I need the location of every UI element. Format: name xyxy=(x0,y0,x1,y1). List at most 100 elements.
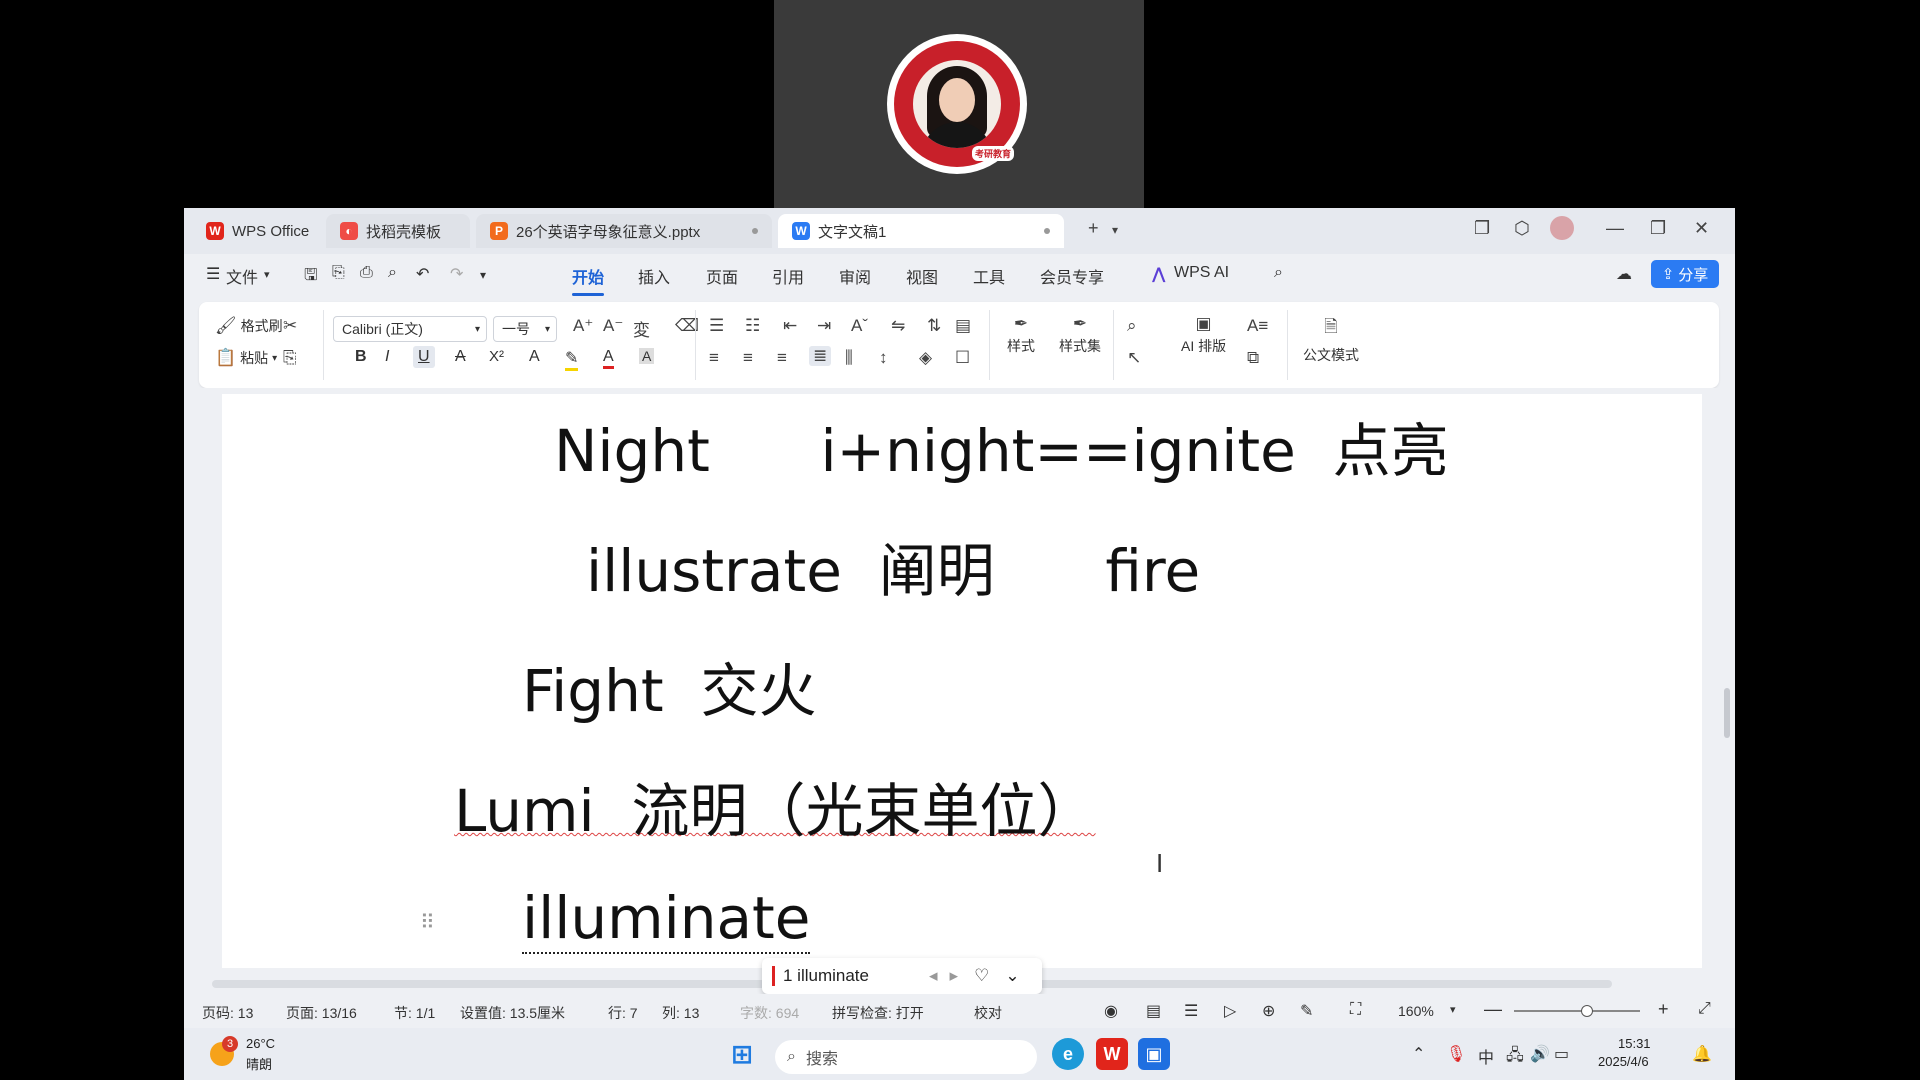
share-button[interactable]: ⇪ 分享 xyxy=(1651,260,1719,288)
text-direction-icon[interactable]: Aˇ xyxy=(851,316,868,336)
edge-browser-icon[interactable]: e xyxy=(1052,1038,1084,1070)
bullet-list-icon[interactable]: ☰ xyxy=(709,316,724,336)
status-word-count[interactable]: 字数: 694 xyxy=(740,1003,799,1023)
menu-item-wps-ai[interactable]: WPS AI xyxy=(1174,264,1229,282)
italic-icon[interactable]: I xyxy=(385,348,389,366)
official-mode-button[interactable]: 🗎 公文模式 xyxy=(1303,314,1359,365)
vertical-scrollbar[interactable] xyxy=(1720,388,1734,968)
chevron-down-icon[interactable]: ▾ xyxy=(480,268,486,282)
tray-expand-icon[interactable]: ⌃ xyxy=(1412,1044,1425,1064)
menu-file[interactable]: 文件 xyxy=(226,264,258,288)
shrink-font-icon[interactable]: A⁻ xyxy=(603,316,623,336)
print-icon[interactable]: ⎙ xyxy=(360,264,373,282)
weather-desc[interactable]: 晴朗 xyxy=(246,1054,272,1073)
line-spacing-icon[interactable]: ↕ xyxy=(879,348,888,368)
notification-bell-icon[interactable]: 🔔 xyxy=(1692,1044,1712,1064)
next-icon[interactable]: ▸ xyxy=(950,966,959,986)
close-icon[interactable]: ✕ xyxy=(1694,218,1709,239)
new-tab-icon[interactable]: + xyxy=(1088,218,1099,239)
font-color-icon[interactable]: A xyxy=(603,348,614,369)
microphone-icon[interactable]: 🎙 xyxy=(1446,1044,1466,1064)
chevron-down-icon[interactable]: ▾ xyxy=(1450,1003,1456,1016)
style-button[interactable]: ✒ 样式 xyxy=(1007,314,1035,356)
shapes-icon[interactable]: ⧉ xyxy=(1247,348,1259,368)
search-icon[interactable]: ⌕ xyxy=(1274,264,1283,282)
grow-font-icon[interactable]: A⁺ xyxy=(573,316,593,336)
windows-start-icon[interactable]: ⊞ xyxy=(726,1038,758,1070)
borders-icon[interactable]: ☐ xyxy=(955,348,970,368)
menu-item-member[interactable]: 会员专享 xyxy=(1040,264,1104,288)
justify-icon[interactable]: ≣ xyxy=(809,346,832,366)
menu-item-view[interactable]: 视图 xyxy=(906,264,938,288)
align-center-icon[interactable]: ≡ xyxy=(743,348,753,368)
decrease-indent-icon[interactable]: ⇤ xyxy=(783,316,797,336)
window-list-icon[interactable]: ❐ xyxy=(1474,218,1490,239)
eye-icon[interactable]: ◉ xyxy=(1104,1001,1118,1021)
phonetic-icon[interactable]: 変 xyxy=(633,316,650,341)
taskbar-search[interactable]: ⌕ 搜索 xyxy=(775,1040,1037,1074)
pen-icon[interactable]: ✎ xyxy=(1300,1001,1313,1021)
save-icon[interactable]: 🖫 xyxy=(304,264,318,291)
clock-date[interactable]: 2025/4/6 xyxy=(1598,1054,1649,1069)
superscript-icon[interactable]: X² xyxy=(489,348,504,365)
strikethrough-icon[interactable]: A xyxy=(455,348,466,366)
menu-item-tools[interactable]: 工具 xyxy=(973,264,1005,288)
status-proofread[interactable]: 校对 xyxy=(974,1003,1002,1023)
tab-writer-doc[interactable]: W 文字文稿1 xyxy=(778,214,1064,248)
restore-icon[interactable]: ❐ xyxy=(1650,218,1666,239)
align-left-icon[interactable]: ≡ xyxy=(709,348,719,368)
format-painter-button[interactable]: 🖌 格式刷 xyxy=(215,316,283,336)
play-icon[interactable]: ▷ xyxy=(1224,1001,1236,1021)
clock-time[interactable]: 15:31 xyxy=(1618,1036,1651,1051)
scroll-thumb[interactable] xyxy=(1724,688,1730,738)
bold-icon[interactable]: B xyxy=(355,348,367,366)
chevron-down-icon[interactable]: ⌄ xyxy=(1005,966,1019,986)
spell-suggestion-popup[interactable]: 1 illuminate ◂ ▸ ♡ ⌄ xyxy=(762,958,1042,994)
distribute-icon[interactable]: ⫼ xyxy=(845,348,853,368)
tab-pptx[interactable]: P 26个英语字母象征意义.pptx xyxy=(476,214,772,248)
font-family-select[interactable]: Calibri (正文) ▾ xyxy=(333,316,487,342)
char-shading-icon[interactable]: A xyxy=(639,348,655,364)
redo-icon[interactable]: ↷ xyxy=(450,264,463,284)
page-view-icon[interactable]: ▤ xyxy=(1146,1001,1161,1021)
zoom-in-icon[interactable]: + xyxy=(1658,999,1669,1020)
text-effect-icon[interactable]: A xyxy=(529,348,540,366)
network-icon[interactable]: 🖧 xyxy=(1506,1044,1524,1071)
ai-layout-button[interactable]: ▣ AI 排版 xyxy=(1181,314,1226,356)
hamburger-icon[interactable]: ☰ xyxy=(206,264,220,284)
web-view-icon[interactable]: ⊕ xyxy=(1262,1001,1275,1021)
favorite-icon[interactable]: ♡ xyxy=(974,966,989,986)
zoom-slider[interactable] xyxy=(1514,1010,1640,1012)
user-avatar[interactable] xyxy=(1550,216,1574,240)
menu-item-reference[interactable]: 引用 xyxy=(772,264,804,288)
chevron-down-icon[interactable]: ▾ xyxy=(1112,223,1118,237)
menu-item-page[interactable]: 页面 xyxy=(706,264,738,288)
copy-button[interactable]: ⎘ xyxy=(283,348,297,368)
weather-temp[interactable]: 26°C xyxy=(246,1036,275,1051)
status-spell-check[interactable]: 拼写检查: 打开 xyxy=(832,1003,924,1023)
zoom-slider-knob[interactable] xyxy=(1581,1005,1593,1017)
underline-icon[interactable]: U xyxy=(413,346,435,368)
fullscreen-icon[interactable]: ⤢ xyxy=(1698,1000,1711,1018)
fit-page-icon[interactable]: ⛶ xyxy=(1350,1001,1361,1019)
export-icon[interactable]: ⎘ xyxy=(332,264,345,282)
print-preview-icon[interactable]: ⌕ xyxy=(388,264,397,282)
text-tools-icon[interactable]: A≡ xyxy=(1247,316,1268,336)
tab-wps-office[interactable]: W WPS Office xyxy=(192,214,320,248)
chevron-down-icon[interactable]: ▾ xyxy=(264,268,270,281)
minimize-icon[interactable]: — xyxy=(1606,218,1624,239)
drag-handle-icon[interactable]: ⠿ xyxy=(420,910,435,935)
font-size-select[interactable]: 一号 ▾ xyxy=(493,316,557,342)
zoom-level[interactable]: 160% xyxy=(1398,1003,1434,1019)
sort-icon[interactable]: ⇅ xyxy=(927,316,941,336)
menu-item-insert[interactable]: 插入 xyxy=(638,264,670,288)
app-taskbar-icon[interactable]: ▣ xyxy=(1138,1038,1170,1070)
increase-indent-icon[interactable]: ⇥ xyxy=(817,316,831,336)
wps-taskbar-icon[interactable]: W xyxy=(1096,1038,1128,1070)
cloud-upload-icon[interactable]: ☁ xyxy=(1616,264,1632,284)
document-page[interactable]: Night i+night==ignite 点亮 illustrate 阐明 f… xyxy=(222,394,1702,968)
show-marks-icon[interactable]: ▤ xyxy=(955,316,971,336)
ime-indicator[interactable]: 中 xyxy=(1478,1044,1494,1068)
highlight-icon[interactable]: ✎ xyxy=(565,348,579,371)
prev-icon[interactable]: ◂ xyxy=(929,966,938,986)
